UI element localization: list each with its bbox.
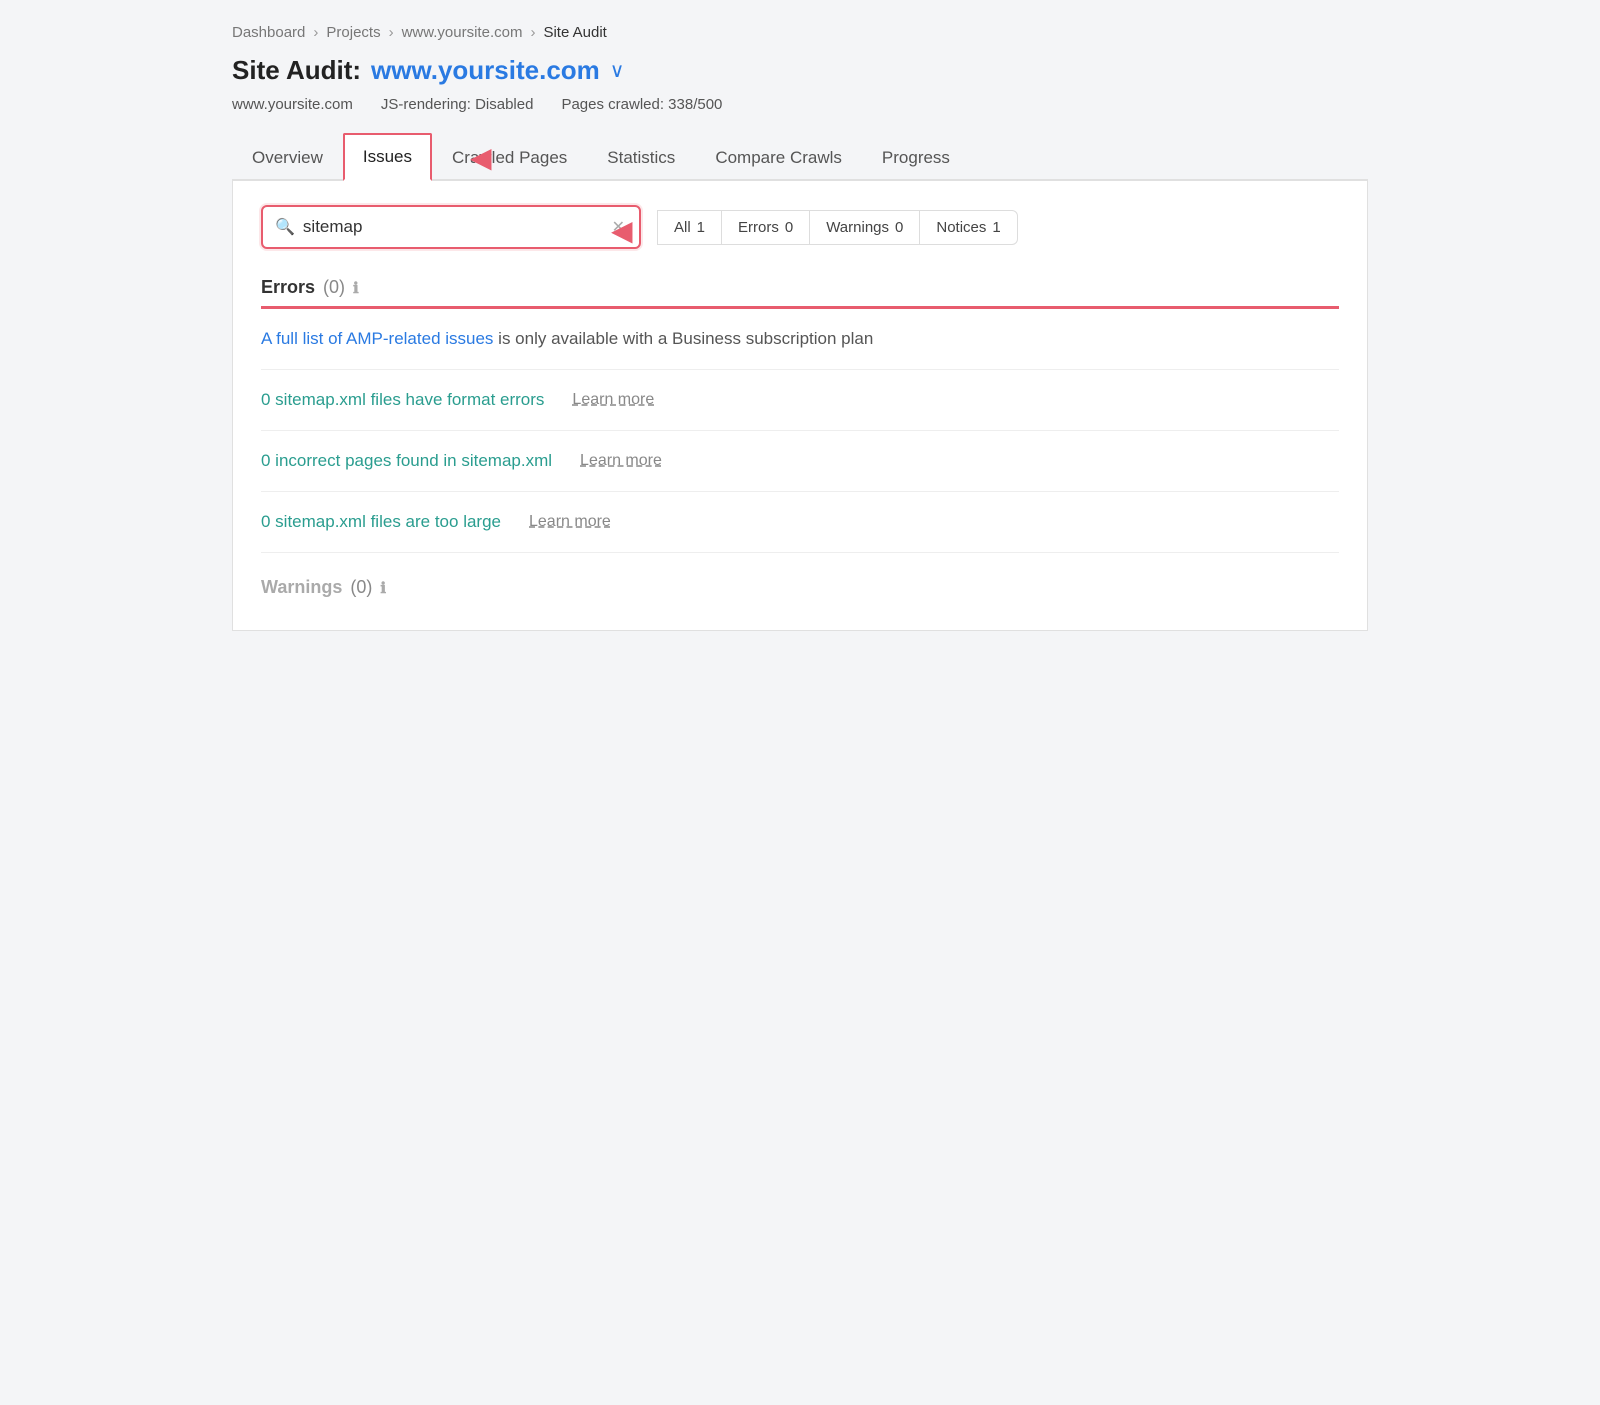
amp-issues-link[interactable]: A full list of AMP-related issues xyxy=(261,329,493,348)
title-row: Site Audit: www.yoursite.com ∨ xyxy=(232,55,1368,86)
tab-crawled-pages[interactable]: Crawled Pages xyxy=(432,134,587,180)
main-content: 🔍 ✕ ◀ All 1 Errors 0 Warnings 0 xyxy=(232,181,1368,631)
meta-row: www.yoursite.com JS-rendering: Disabled … xyxy=(232,96,1368,113)
filter-all-button[interactable]: All 1 xyxy=(657,210,722,245)
tab-compare-crawls[interactable]: Compare Crawls xyxy=(695,134,862,180)
tab-statistics[interactable]: Statistics xyxy=(587,134,695,180)
page-title: Site Audit: xyxy=(232,55,361,86)
amp-notice-row: A full list of AMP-related issues is onl… xyxy=(261,309,1339,370)
errors-count: (0) xyxy=(323,277,345,298)
search-clear-icon[interactable]: ✕ xyxy=(610,215,627,239)
warnings-title: Warnings xyxy=(261,577,342,598)
nav-tabs: Overview Issues Crawled Pages Statistics… xyxy=(232,133,1368,181)
search-icon: 🔍 xyxy=(275,217,295,237)
filter-all-count: 1 xyxy=(697,219,705,236)
issue-row-2: 0 incorrect pages found in sitemap.xml L… xyxy=(261,431,1339,492)
meta-site: www.yoursite.com xyxy=(232,96,353,113)
meta-js-rendering: JS-rendering: Disabled xyxy=(381,96,534,113)
filter-errors-label: Errors xyxy=(738,219,779,236)
site-dropdown-icon[interactable]: ∨ xyxy=(610,58,625,83)
breadcrumb: Dashboard › Projects › www.yoursite.com … xyxy=(232,24,1368,41)
filter-group: ◀ All 1 Errors 0 Warnings 0 Notices 1 xyxy=(657,210,1018,245)
search-input[interactable] xyxy=(303,217,610,237)
filter-errors-count: 0 xyxy=(785,219,793,236)
filter-notices-label: Notices xyxy=(936,219,986,236)
breadcrumb-current: Site Audit xyxy=(543,24,606,41)
errors-title: Errors xyxy=(261,277,315,298)
warnings-count: (0) xyxy=(350,577,372,598)
tab-issues[interactable]: Issues xyxy=(343,133,432,181)
issue-row-3: 0 sitemap.xml files are too large Learn … xyxy=(261,492,1339,553)
filter-notices-button[interactable]: Notices 1 xyxy=(920,210,1017,245)
warnings-section-header: Warnings (0) ℹ xyxy=(261,577,1339,598)
filter-warnings-count: 0 xyxy=(895,219,903,236)
filter-warnings-button[interactable]: Warnings 0 xyxy=(810,210,920,245)
breadcrumb-dashboard[interactable]: Dashboard xyxy=(232,24,305,41)
tab-progress[interactable]: Progress xyxy=(862,134,970,180)
warnings-section: Warnings (0) ℹ xyxy=(261,553,1339,598)
learn-more-1[interactable]: Learn more xyxy=(572,391,654,409)
filter-notices-count: 1 xyxy=(992,219,1000,236)
issue-link-3[interactable]: 0 sitemap.xml files are too large xyxy=(261,512,501,532)
warnings-info-icon[interactable]: ℹ xyxy=(380,579,386,597)
search-box: 🔍 ✕ xyxy=(261,205,641,249)
issue-link-1[interactable]: 0 sitemap.xml files have format errors xyxy=(261,390,544,410)
issue-link-2[interactable]: 0 incorrect pages found in sitemap.xml xyxy=(261,451,552,471)
site-title-link[interactable]: www.yoursite.com xyxy=(371,55,600,86)
learn-more-3[interactable]: Learn more xyxy=(529,513,611,531)
tab-overview[interactable]: Overview xyxy=(232,134,343,180)
breadcrumb-site[interactable]: www.yoursite.com xyxy=(402,24,523,41)
filter-all-label: All xyxy=(674,219,691,236)
filter-errors-button[interactable]: Errors 0 xyxy=(722,210,810,245)
meta-pages-crawled: Pages crawled: 338/500 xyxy=(561,96,722,113)
search-filter-row: 🔍 ✕ ◀ All 1 Errors 0 Warnings 0 xyxy=(261,205,1339,249)
breadcrumb-projects[interactable]: Projects xyxy=(326,24,380,41)
filter-warnings-label: Warnings xyxy=(826,219,889,236)
learn-more-2[interactable]: Learn more xyxy=(580,452,662,470)
errors-info-icon[interactable]: ℹ xyxy=(353,279,359,297)
amp-notice-text: is only available with a Business subscr… xyxy=(493,329,873,348)
errors-section-header: Errors (0) ℹ xyxy=(261,277,1339,298)
issue-row-1: 0 sitemap.xml files have format errors L… xyxy=(261,370,1339,431)
